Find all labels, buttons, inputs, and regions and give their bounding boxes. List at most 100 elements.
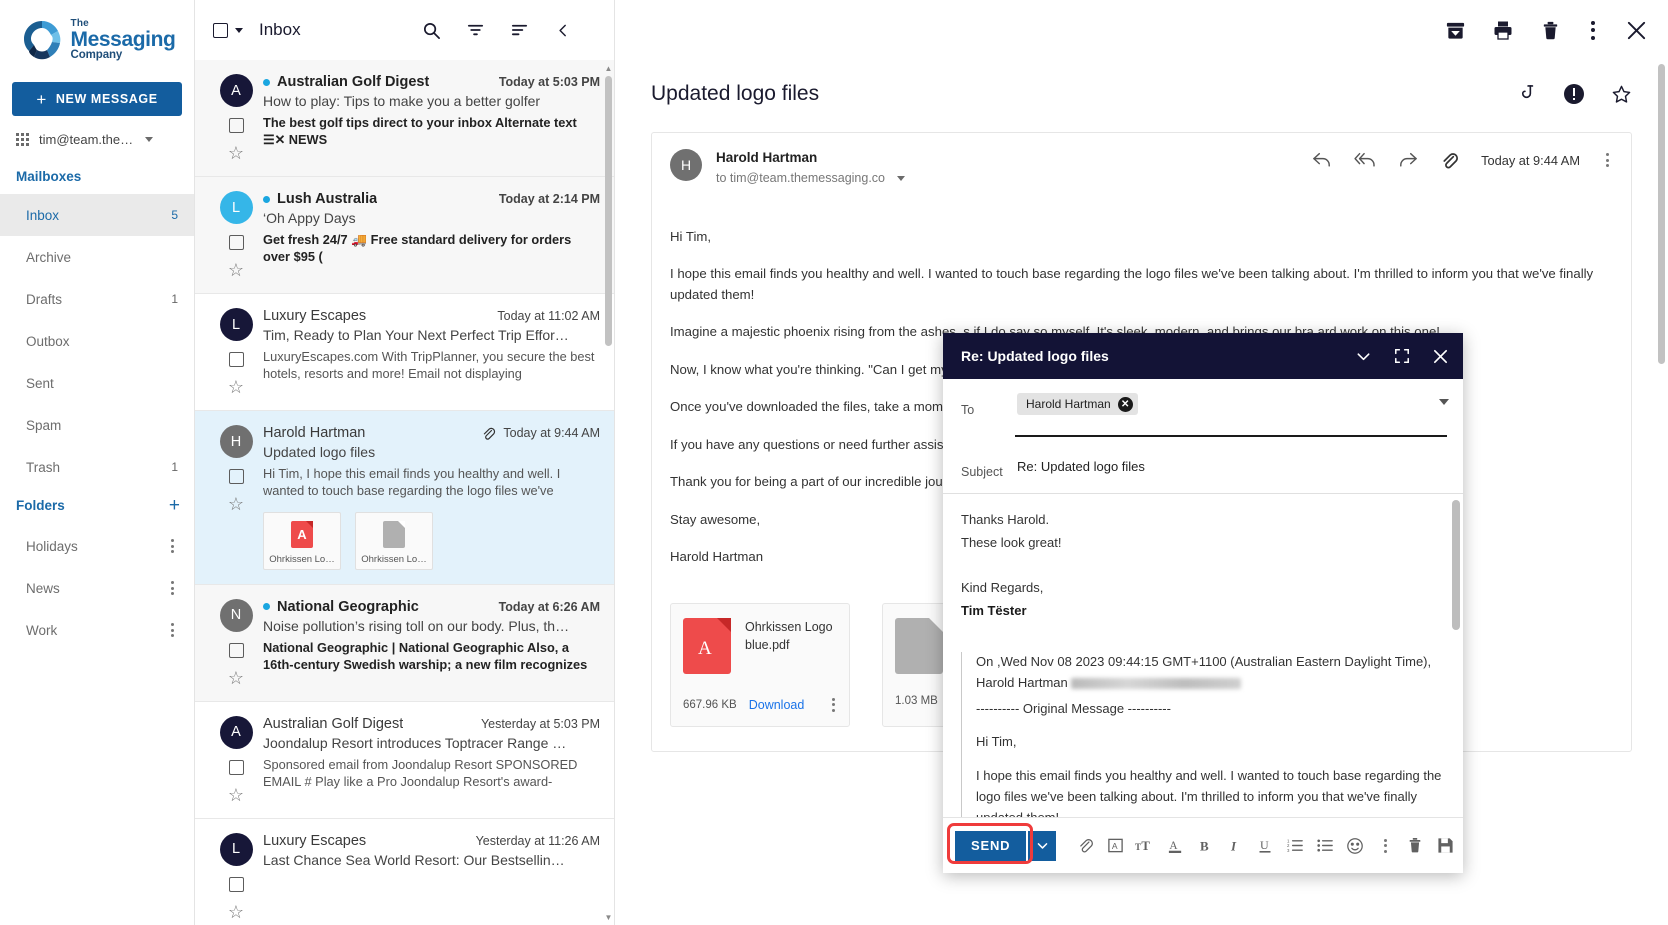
star-icon[interactable]: ☆ — [228, 786, 244, 804]
save-draft-icon[interactable] — [1430, 831, 1460, 861]
scrollbar-thumb[interactable] — [1658, 64, 1665, 364]
sidebar-item-outbox[interactable]: Outbox — [0, 320, 194, 362]
scroll-down-icon[interactable]: ▼ — [604, 911, 613, 923]
attachment-card[interactable]: A Ohrkissen Logo blue.pdf 667.96 KB Down… — [670, 602, 850, 727]
star-icon[interactable]: ☆ — [228, 261, 244, 279]
mail-list-item[interactable]: L ☆ Luxury Escapes Today at 11:02 AM Tim… — [195, 294, 614, 411]
sidebar-item-spam[interactable]: Spam — [0, 404, 194, 446]
more-options-icon[interactable] — [1587, 17, 1599, 44]
close-icon[interactable] — [1432, 348, 1449, 365]
mail-item-checkbox[interactable] — [228, 876, 244, 892]
mail-list-item[interactable]: A ☆ Australian Golf Digest Today at 5:03… — [195, 60, 614, 177]
discard-draft-icon[interactable] — [1400, 831, 1430, 861]
sidebar-item-archive[interactable]: Archive — [0, 236, 194, 278]
mail-item-checkbox[interactable] — [228, 642, 244, 658]
scrollbar-thumb[interactable] — [1452, 500, 1460, 630]
filter-icon[interactable] — [464, 19, 486, 41]
reply-icon[interactable] — [1312, 151, 1332, 169]
sidebar-item-work[interactable]: Work — [0, 609, 194, 651]
mail-item-checkbox[interactable] — [228, 759, 244, 775]
subject-input[interactable]: Re: Updated logo files — [1017, 459, 1145, 474]
report-spam-icon[interactable] — [1563, 83, 1585, 105]
compose-to-row[interactable]: To Harold Hartman ✕ — [943, 379, 1463, 437]
chevron-down-icon[interactable] — [145, 137, 154, 142]
close-icon[interactable] — [1625, 19, 1648, 42]
reading-pane-scrollbar[interactable] — [1657, 60, 1666, 925]
bold-icon[interactable]: B — [1190, 831, 1220, 861]
font-size-icon[interactable]: T T — [1130, 831, 1160, 861]
add-folder-icon[interactable]: + — [169, 496, 180, 515]
sidebar-item-trash[interactable]: Trash 1 — [0, 446, 194, 488]
compose-editor-scrollbar[interactable] — [1452, 500, 1460, 811]
text-color-icon[interactable]: A — [1160, 831, 1190, 861]
to-field[interactable]: Harold Hartman ✕ — [1017, 391, 1449, 415]
download-link[interactable]: Download — [749, 698, 805, 712]
mail-item-checkbox[interactable] — [228, 352, 244, 367]
mail-list-item[interactable]: L ☆ Lush Australia Today at 2:14 PM ‘Oh … — [195, 177, 614, 294]
send-options-chevron-down-icon[interactable] — [1028, 830, 1057, 861]
insert-image-icon[interactable]: A — [1100, 831, 1130, 861]
mail-list-item[interactable]: L ☆ Luxury Escapes Yesterday at 11:26 AM… — [195, 819, 614, 925]
underline-icon[interactable]: U — [1250, 831, 1280, 861]
attachment-more-icon[interactable] — [828, 694, 839, 716]
scroll-up-icon[interactable]: ▲ — [604, 62, 613, 74]
maximize-icon[interactable] — [1394, 348, 1410, 364]
recipient-chip[interactable]: Harold Hartman ✕ — [1017, 393, 1138, 415]
select-all-checkbox[interactable] — [213, 22, 228, 38]
forward-icon[interactable] — [1398, 151, 1418, 169]
delete-icon[interactable] — [1540, 20, 1561, 41]
star-icon[interactable]: ☆ — [228, 495, 244, 513]
minimize-icon[interactable] — [1355, 348, 1372, 365]
compose-body-editor[interactable]: Thanks Harold. These look great! Kind Re… — [943, 494, 1463, 817]
attachment-thumb[interactable]: A Ohrkissen Lo… — [263, 511, 341, 570]
account-switcher[interactable]: tim@team.the… — [0, 116, 194, 161]
bulleted-list-icon[interactable] — [1310, 831, 1340, 861]
new-message-button[interactable]: + NEW MESSAGE — [12, 82, 182, 116]
mail-list-item[interactable]: N ☆ National Geographic Today at 6:26 AM… — [195, 584, 614, 702]
sidebar-item-sent[interactable]: Sent — [0, 362, 194, 404]
sidebar-item-drafts[interactable]: Drafts 1 — [0, 278, 194, 320]
emoji-icon[interactable] — [1340, 831, 1370, 861]
mail-list-item[interactable]: H ☆ Harold Hartman Today at 9:44 AM Upda… — [195, 411, 614, 585]
star-icon[interactable]: ☆ — [228, 669, 244, 687]
more-options-icon[interactable] — [1370, 831, 1400, 861]
mail-item-checkbox[interactable] — [228, 235, 244, 250]
star-icon[interactable] — [1611, 84, 1632, 105]
apps-grid-icon[interactable] — [16, 133, 29, 146]
mail-item-checkbox[interactable] — [228, 469, 244, 484]
remove-recipient-icon[interactable]: ✕ — [1117, 396, 1133, 412]
star-icon[interactable]: ☆ — [228, 903, 244, 921]
cc-bcc-chevron-down-icon[interactable] — [1439, 399, 1449, 405]
sidebar-item-holidays[interactable]: Holidays — [0, 525, 194, 567]
unsubscribe-hook-icon[interactable] — [1518, 84, 1537, 105]
select-all-chevron-down-icon[interactable] — [235, 27, 243, 33]
compose-subject-row[interactable]: Subject Re: Updated logo files — [943, 437, 1463, 494]
collapse-list-icon[interactable] — [552, 19, 574, 41]
star-icon[interactable]: ☆ — [228, 378, 244, 396]
scrollbar-thumb[interactable] — [605, 76, 612, 346]
compose-window[interactable]: Re: Updated logo files To Harold Hartman… — [943, 333, 1463, 873]
sort-icon[interactable] — [508, 19, 530, 41]
reply-all-icon[interactable] — [1354, 151, 1376, 169]
folder-more-icon[interactable] — [167, 619, 178, 641]
sidebar-item-inbox[interactable]: Inbox 5 — [0, 194, 194, 236]
italic-icon[interactable]: I — [1220, 831, 1250, 861]
expand-details-chevron-down-icon[interactable] — [897, 175, 906, 181]
mail-list[interactable]: A ☆ Australian Golf Digest Today at 5:03… — [195, 60, 614, 925]
attachment-thumb[interactable]: Ohrkissen Lo… — [355, 511, 433, 570]
folder-more-icon[interactable] — [167, 535, 178, 557]
archive-icon[interactable] — [1445, 20, 1466, 41]
attachment-icon[interactable] — [1070, 831, 1100, 861]
sidebar-item-news[interactable]: News — [0, 567, 194, 609]
search-icon[interactable] — [420, 19, 442, 41]
mail-item-checkbox[interactable] — [228, 118, 244, 133]
attachment-icon[interactable] — [1440, 151, 1459, 170]
mail-list-item[interactable]: A ☆ Australian Golf Digest Yesterday at … — [195, 702, 614, 819]
folder-more-icon[interactable] — [167, 577, 178, 599]
numbered-list-icon[interactable]: 1 2 3 — [1280, 831, 1310, 861]
send-button[interactable]: SEND — [955, 830, 1027, 861]
star-icon[interactable]: ☆ — [228, 144, 244, 162]
message-more-icon[interactable] — [1602, 149, 1613, 171]
mail-list-scrollbar[interactable]: ▲ ▼ — [604, 60, 613, 925]
print-icon[interactable] — [1492, 19, 1514, 41]
